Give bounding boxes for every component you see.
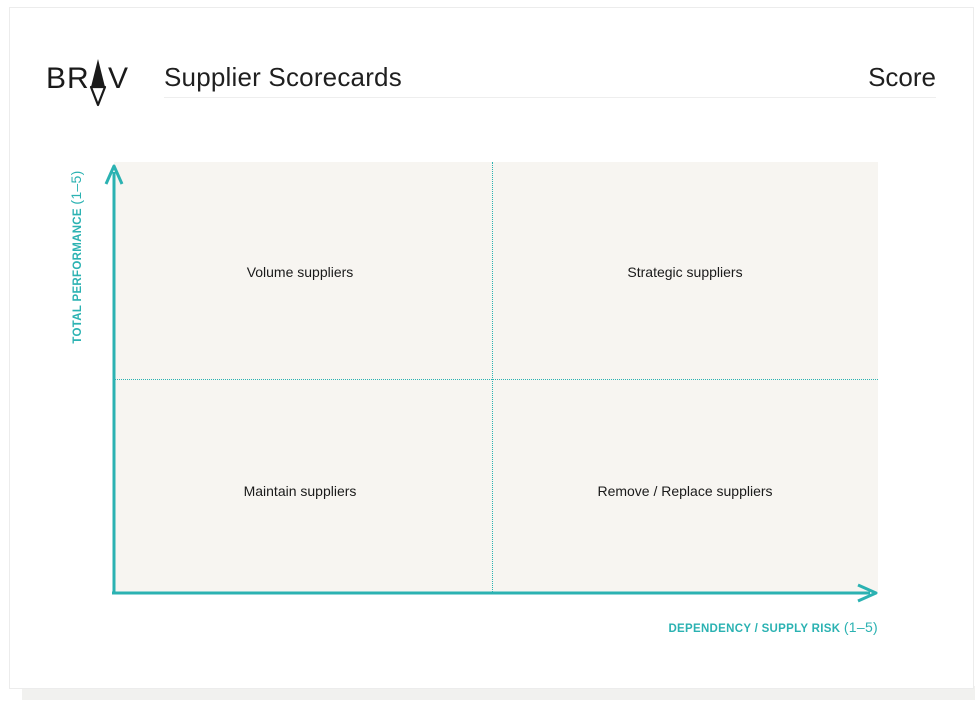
y-axis-label: TOTAL PERFORMANCE (1–5) xyxy=(68,170,84,343)
score-label: Score xyxy=(868,62,936,92)
x-axis-title: DEPENDENCY / SUPPLY RISK xyxy=(668,623,841,635)
quadrant-maintain-suppliers: Maintain suppliers xyxy=(243,483,357,499)
logo-letters-br: BR xyxy=(46,62,90,95)
x-axis-unit: (1–5) xyxy=(843,619,878,635)
brav-logo: BR V xyxy=(46,59,129,107)
quadrant-remove-replace-suppliers: Remove / Replace suppliers xyxy=(597,483,773,499)
quadrant-volume-suppliers: Volume suppliers xyxy=(246,264,354,280)
x-axis-label: DEPENDENCY / SUPPLY RISK (1–5) xyxy=(668,619,878,635)
horizontal-divider xyxy=(114,379,878,380)
quadrant-strategic-suppliers: Strategic suppliers xyxy=(627,264,743,280)
page: BR V Supplier Scorecards Score Volume su… xyxy=(0,0,977,701)
logo-compass-icon xyxy=(89,59,107,107)
logo-letter-v: V xyxy=(108,62,129,95)
page-title: Supplier Scorecards xyxy=(164,62,402,92)
y-axis-title: TOTAL PERFORMANCE xyxy=(72,208,84,344)
header-divider xyxy=(164,97,936,98)
vertical-divider xyxy=(492,162,493,592)
matrix-area xyxy=(114,162,878,592)
y-axis-unit: (1–5) xyxy=(68,170,84,205)
